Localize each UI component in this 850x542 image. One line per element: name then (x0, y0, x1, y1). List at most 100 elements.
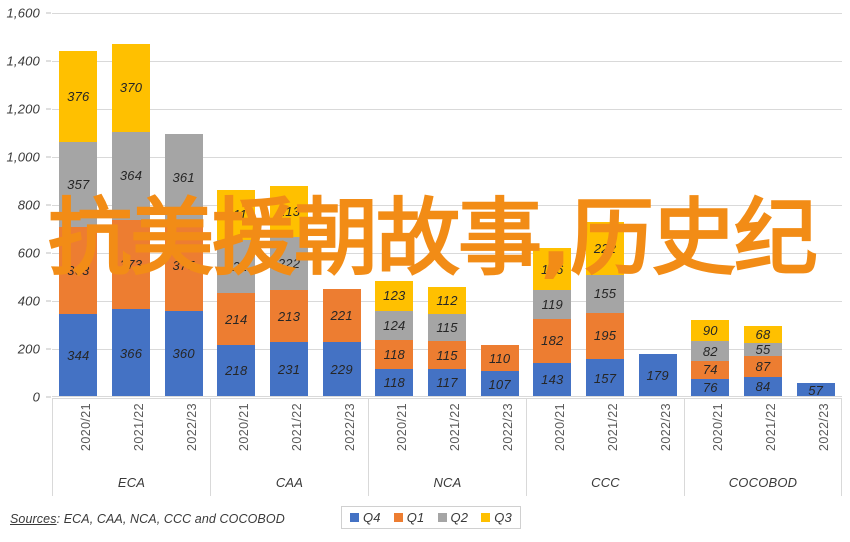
legend-item[interactable]: Q4 (350, 510, 381, 525)
bar-segment[interactable]: 218 (217, 344, 256, 397)
bar-segment[interactable]: 344 (59, 314, 98, 397)
legend-item[interactable]: Q2 (437, 510, 469, 525)
bar-segment[interactable]: 364 (112, 132, 150, 220)
bar-segment[interactable]: 123 (375, 281, 414, 311)
bar-segment[interactable]: 361 (164, 133, 203, 221)
bar-segment[interactable]: 222 (586, 222, 624, 276)
stacked-bar[interactable]: 179 (638, 354, 677, 397)
bar-segment[interactable]: 117 (428, 368, 466, 397)
stacked-bar[interactable]: 344 363 357 376 (59, 51, 98, 397)
bar-segment[interactable]: 119 (533, 290, 572, 320)
stacked-bar[interactable]: 57 (796, 383, 835, 397)
bar-value-label: 370 (119, 80, 143, 96)
category-group-label: ECA (117, 475, 146, 490)
stacked-bar[interactable]: 118 118 124 123 (375, 281, 414, 397)
bar-value-label: 179 (646, 368, 669, 384)
bar-segment[interactable]: 68 (744, 326, 782, 343)
legend-item[interactable]: Q3 (481, 510, 512, 525)
bar-segment[interactable]: 112 (428, 286, 466, 314)
stacked-bar[interactable]: 157 195 155 222 (586, 222, 624, 397)
bar-segment[interactable]: 57 (796, 383, 835, 397)
category-tick-text: 2022/23 (816, 403, 831, 451)
bar-segment[interactable]: 375 (164, 220, 203, 311)
bar-value-label: 117 (436, 375, 458, 391)
bar-segment[interactable]: 76 (691, 378, 730, 397)
legend-item[interactable]: Q1 (393, 510, 425, 525)
bar-value-label: 110 (488, 350, 511, 366)
y-axis-tick-label: 1,400 (6, 53, 40, 69)
bar-segment[interactable]: 195 (586, 312, 624, 360)
bar-segment[interactable]: 115 (428, 313, 466, 342)
bar-segment[interactable]: 357 (59, 141, 98, 228)
plot-area: 344 363 357 376 366 373 364 370 360 375 361 218 214 2… (52, 13, 842, 397)
bar-segment[interactable]: 376 (59, 51, 98, 142)
bar-segment[interactable]: 84 (744, 376, 782, 397)
bar-segment[interactable]: 231 (270, 341, 308, 397)
bar-segment[interactable]: 110 (480, 344, 519, 372)
bar-value-label: 55 (755, 341, 771, 357)
bar-segment[interactable]: 115 (428, 341, 466, 369)
bar-segment[interactable]: 143 (533, 362, 572, 397)
bar-segment[interactable]: 360 (164, 310, 203, 397)
category-axis-group: 2020/21 2021/22 2022/23 CAA (210, 399, 368, 496)
bar-value-label: 115 (436, 347, 458, 363)
stacked-bar[interactable]: 76 74 82 90 (691, 319, 730, 397)
bar-segment[interactable]: 55 (744, 341, 782, 357)
bar-segment[interactable]: 373 (112, 219, 150, 310)
y-axis-tick-mark (46, 396, 51, 398)
bar-segment[interactable]: 90 (691, 319, 730, 342)
bar-group: 218 214 221 211 231 213 222 213 229 221 (210, 13, 368, 397)
category-tick-text: 2021/22 (448, 403, 462, 451)
bar-value-label: 213 (277, 204, 301, 220)
stacked-bar[interactable]: 360 375 361 (164, 133, 203, 397)
bar-segment[interactable]: 213 (270, 186, 308, 238)
bar-group: 76 74 82 90 84 87 55 68 57 (684, 13, 842, 397)
bar-segment[interactable]: 87 (744, 355, 782, 377)
bar-segment[interactable]: 74 (691, 361, 730, 379)
bar-segment[interactable]: 118 (375, 368, 414, 397)
bar-value-label: 176 (541, 261, 564, 277)
bar-value-label: 118 (383, 375, 405, 391)
bar-segment[interactable]: 124 (375, 310, 414, 341)
category-tick-text: 2022/23 (184, 403, 199, 451)
legend-swatch-icon (481, 513, 491, 522)
stacked-bar[interactable]: 117 115 115 112 (428, 286, 466, 397)
bar-segment[interactable]: 155 (586, 275, 624, 313)
bar-value-label: 360 (172, 346, 195, 362)
bar-segment[interactable]: 176 (533, 248, 572, 291)
bar-segment[interactable]: 363 (59, 227, 98, 315)
bar-segment[interactable]: 213 (270, 290, 308, 342)
bar-value-label: 373 (119, 256, 143, 272)
bar-value-label: 155 (593, 286, 617, 302)
category-axis-group: 2020/21 2021/22 2022/23 NCA (368, 399, 526, 496)
bar-segment[interactable]: 229 (322, 342, 361, 397)
category-tick-text: 2021/22 (764, 403, 778, 451)
y-axis-tick-label: 1,000 (6, 149, 40, 165)
bar-segment[interactable]: 179 (638, 354, 677, 397)
bar-segment[interactable]: 370 (112, 43, 150, 133)
bar-segment[interactable]: 157 (586, 359, 624, 397)
stacked-bar[interactable]: 218 214 221 211 (217, 189, 256, 397)
bar-segment[interactable]: 366 (112, 309, 150, 397)
bar-value-label: 364 (119, 168, 143, 184)
stacked-bar[interactable]: 84 87 55 68 (744, 326, 782, 397)
stacked-bar[interactable]: 229 221 (322, 289, 361, 397)
bar-value-label: 76 (702, 380, 718, 396)
bar-value-label: 124 (383, 318, 406, 333)
bar-segment[interactable]: 118 (375, 340, 414, 369)
bar-segment[interactable]: 214 (217, 293, 256, 345)
bar-segment[interactable]: 211 (217, 189, 256, 241)
bar-segment[interactable]: 221 (217, 240, 256, 294)
bar-segment[interactable]: 82 (691, 341, 730, 362)
category-tick-text: 2020/21 (395, 403, 410, 451)
stacked-bar[interactable]: 366 373 364 370 (112, 43, 150, 397)
bar-segment[interactable]: 107 (480, 371, 519, 397)
chart-legend[interactable]: Q4 Q1 Q2 Q3 (341, 506, 521, 529)
stacked-bar[interactable]: 143 182 119 176 (533, 248, 572, 397)
y-axis-tick-label: 600 (17, 245, 40, 261)
bar-segment[interactable]: 222 (270, 237, 308, 291)
stacked-bar[interactable]: 231 213 222 213 (270, 186, 308, 397)
stacked-bar[interactable]: 107 110 (480, 344, 519, 397)
bar-segment[interactable]: 221 (322, 289, 361, 343)
bar-segment[interactable]: 182 (533, 319, 572, 363)
